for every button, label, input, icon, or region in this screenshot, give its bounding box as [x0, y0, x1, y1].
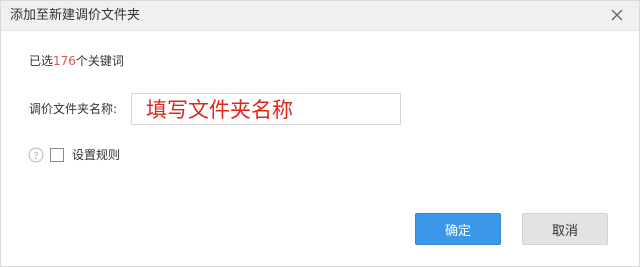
dialog-title: 添加至新建调价文件夹: [10, 8, 141, 23]
folder-name-input[interactable]: [131, 93, 401, 125]
dialog-title-bar: 添加至新建调价文件夹: [1, 1, 639, 31]
selected-suffix: 个关键词: [75, 54, 124, 68]
folder-name-label: 调价文件夹名称:: [29, 102, 118, 116]
selected-keywords-summary: 已选176个关键词: [29, 53, 124, 69]
svg-text:?: ?: [33, 151, 38, 162]
confirm-button[interactable]: 确定: [415, 213, 501, 245]
cancel-button[interactable]: 取消: [522, 213, 608, 245]
question-circle-icon[interactable]: ?: [28, 147, 44, 163]
selected-prefix: 已选: [29, 54, 54, 68]
close-button[interactable]: [607, 5, 627, 25]
selected-count: 176: [53, 54, 76, 68]
set-rules-checkbox[interactable]: [50, 148, 64, 162]
set-rules-label: 设置规则: [72, 148, 121, 162]
close-icon: [611, 9, 623, 21]
add-to-new-bid-folder-dialog: 添加至新建调价文件夹 已选176个关键词 调价文件夹名称: ? 设置规则 确定 …: [0, 0, 640, 267]
